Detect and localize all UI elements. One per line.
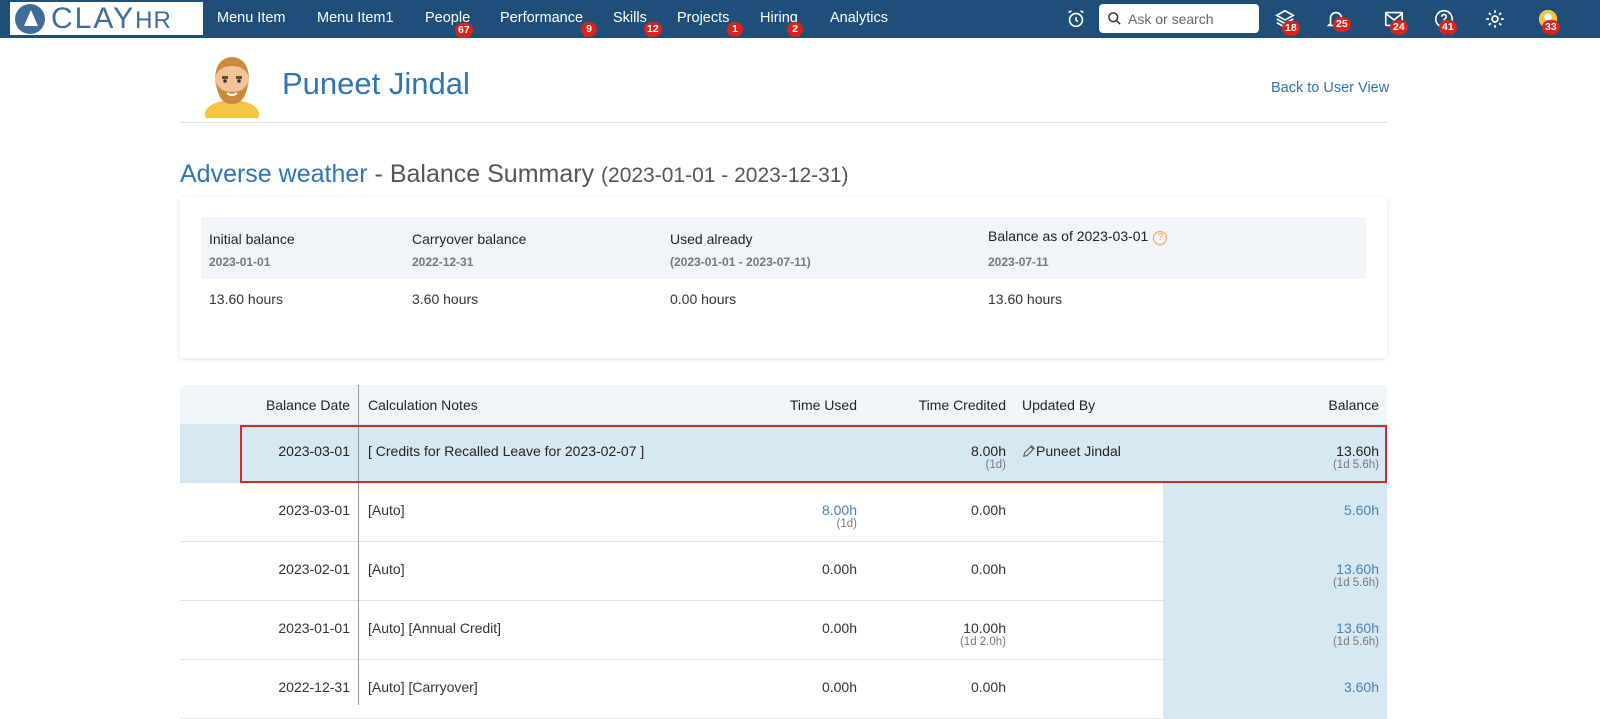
table-row[interactable]: 2023-02-01 [Auto] 0.00h 0.00h 13.60h (1d … [180,542,1387,601]
balance-summary-card: Initial balance 2023-01-01 Carryover bal… [180,197,1387,358]
table-header: Balance Date Calculation Notes Time Used… [180,385,1387,424]
used-already-range: (2023-01-01 - 2023-07-11) [670,255,811,269]
initial-balance-value: 13.60 hours [209,291,283,307]
col-time-credited: Time Credited [918,397,1006,413]
user-avatar [202,52,262,128]
balance-date-cell: 2023-02-01 [278,561,350,577]
balance-date-cell: 2023-01-01 [278,620,350,636]
user-avatar-icon[interactable]: 33 [1537,8,1560,35]
balance-cell: 3.60h [1343,679,1379,695]
bell-icon[interactable]: 25 [1325,8,1351,32]
time-used-cell: 0.00h [821,679,857,695]
mail-icon[interactable]: 24 [1383,8,1408,35]
title-separator: - Balance Summary [367,160,602,188]
bell-badge: 25 [1333,17,1351,32]
initial-balance-date: 2023-01-01 [209,255,271,269]
balance-days: (1d 5.6h) [1332,577,1379,589]
header-divider [180,122,1387,123]
help-icon[interactable]: 41 [1433,8,1457,35]
balance-date-cell: 2022-12-31 [278,679,350,695]
stack-badge: 18 [1282,21,1300,36]
leave-type-title: Adverse weather [180,160,368,188]
page-title: Adverse weather - Balance Summary (2023-… [180,160,849,189]
title-date-range: (2023-01-01 - 2023-12-31) [601,164,849,187]
balance-days: (1d 5.6h) [1332,636,1379,648]
calculation-notes-cell: [Auto] [368,561,405,577]
balance-as-of-date: 2023-07-11 [988,255,1049,269]
user-name-heading: Puneet Jindal [282,66,470,101]
search-box[interactable] [1099,4,1259,33]
time-used-value[interactable]: 8.00h [822,502,857,518]
search-input[interactable] [1128,10,1253,27]
projects-badge: 1 [727,22,743,37]
stack-icon[interactable]: 18 [1274,8,1300,36]
time-used-cell: 8.00h (1d) [822,502,857,530]
people-badge: 67 [455,23,473,38]
balance-cell: 13.60h (1d 5.6h) [1333,620,1379,648]
time-credited-cell: 10.00h (1d 2.0h) [960,620,1006,648]
time-used-days: (1d) [836,518,857,530]
balance-cell: 13.60h (1d 5.6h) [1333,561,1379,589]
nav-analytics[interactable]: Analytics [830,10,888,26]
initial-balance-col: Initial balance 2023-01-01 [209,231,295,269]
clayhr-logo[interactable]: CLAYHR [10,2,203,35]
carryover-balance-col: Carryover balance 2022-12-31 [412,231,526,269]
mail-badge: 24 [1390,20,1408,35]
gear-icon[interactable] [1484,8,1506,30]
col-balance: Balance [1328,397,1379,413]
used-already-label: Used already [670,231,753,247]
calculation-notes-cell: [Auto] [Annual Credit] [368,620,502,636]
carryover-balance-label: Carryover balance [412,231,527,247]
table-row[interactable]: 2022-12-31 [Auto] [Carryover] 0.00h 0.00… [180,660,1387,719]
used-already-col: Used already (2023-01-01 - 2023-07-11) [670,231,811,269]
calculation-notes-cell: [Auto] [Carryover] [368,679,478,695]
logo-text: CLAYHR [51,1,172,35]
used-already-value: 0.00 hours [670,291,737,307]
col-calculation-notes: Calculation Notes [368,397,478,413]
nav-performance[interactable]: Performance 9 [500,10,597,37]
balance-as-of-value: 13.60 hours [988,291,1062,307]
time-used-cell: 0.00h [821,561,857,577]
table-row[interactable]: 2023-01-01 [Auto] [Annual Credit] 0.00h … [180,601,1387,660]
hiring-badge: 2 [787,22,803,37]
balance-value: 13.60h [1336,620,1379,636]
top-navbar: CLAYHR Menu Item Menu Item1 People 67 Per… [0,0,1600,38]
nav-skills[interactable]: Skills 12 [613,10,662,37]
question-help-icon[interactable]: ? [1153,231,1168,245]
initial-balance-label: Initial balance [209,231,295,247]
time-used-cell: 0.00h [821,620,857,636]
alarm-clock-icon[interactable] [1065,8,1087,30]
col-time-used: Time Used [789,397,857,413]
balance-as-of-label: Balance as of 2023-03-01 [988,228,1149,244]
time-credited-cell: 0.00h [970,561,1006,577]
balance-cell: 5.60h [1343,502,1379,518]
performance-badge: 9 [581,22,597,37]
balance-value: 13.60h [1336,561,1379,577]
nav-projects[interactable]: Projects 1 [677,10,743,37]
nav-hiring[interactable]: Hiring 2 [760,10,803,37]
carryover-balance-date: 2022-12-31 [412,255,474,269]
carryover-balance-value: 3.60 hours [412,291,479,307]
nav-people[interactable]: People 67 [425,10,473,38]
time-credited-days: (1d 2.0h) [959,636,1006,648]
search-icon [1108,12,1121,25]
balance-as-of-col: Balance as of 2023-03-01? 2023-07-11 [988,228,1168,269]
col-updated-by: Updated By [1022,397,1096,413]
time-credited-value: 10.00h [963,620,1006,636]
time-credited-cell: 0.00h [970,679,1006,695]
col-balance-date: Balance Date [265,397,350,413]
selected-row-outline [240,425,1387,483]
time-credited-cell: 0.00h [970,502,1006,518]
help-badge: 41 [1439,20,1457,35]
calculation-notes-cell: [Auto] [368,502,405,518]
nav-menu-item1[interactable]: Menu Item1 [317,10,394,26]
balance-date-cell: 2023-03-01 [278,502,350,518]
logo-mark-icon [15,3,45,34]
avatar-badge: 33 [1542,20,1560,35]
back-to-user-view-link[interactable]: Back to User View [1271,80,1389,96]
nav-menu-item[interactable]: Menu Item [217,10,286,26]
table-row[interactable]: 2023-03-01 [Auto] 8.00h (1d) 0.00h 5.60h [180,483,1387,542]
skills-badge: 12 [644,22,662,37]
